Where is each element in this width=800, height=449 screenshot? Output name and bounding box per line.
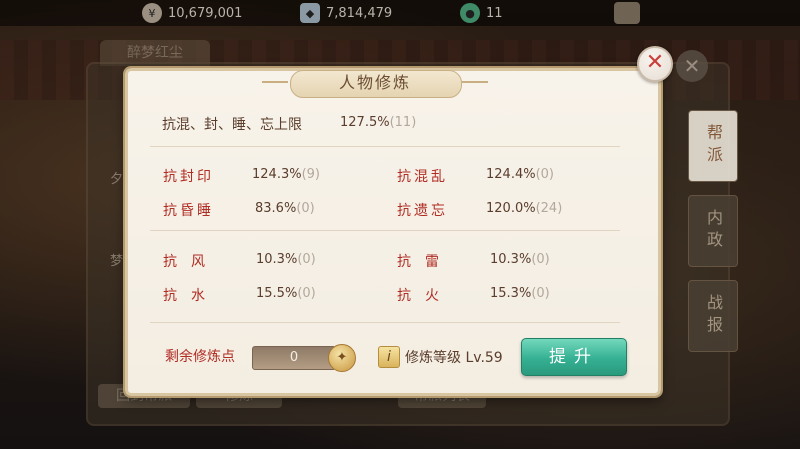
resist-seal-label: 抗封印: [163, 169, 214, 185]
resist-fire-percent: 15.3%: [490, 286, 532, 301]
resist-sleep-value: 83.6%(0): [255, 201, 315, 216]
resist-cap-value: 127.5%(11): [340, 115, 416, 130]
tab-battle-report[interactable]: 战报: [688, 280, 738, 352]
resist-cap-points: (11): [389, 115, 417, 130]
resist-forget-label: 抗遗忘: [397, 203, 448, 219]
resist-confusion-value: 124.4%(0): [486, 167, 554, 182]
remaining-points-field: 0: [252, 346, 336, 370]
resist-confusion-points: (0): [535, 167, 554, 182]
upgrade-button[interactable]: 提升: [521, 338, 627, 376]
divider: [150, 322, 620, 323]
resist-cap-percent: 127.5%: [340, 115, 390, 130]
resist-sleep-label: 抗昏睡: [163, 203, 214, 219]
resist-thunder-label: 抗 雷: [397, 254, 439, 270]
resist-seal-points: (9): [301, 167, 320, 182]
resist-forget-value: 120.0%(24): [486, 201, 562, 216]
resist-sleep-percent: 83.6%: [255, 201, 297, 216]
resist-seal-percent: 124.3%: [252, 167, 302, 182]
add-points-icon[interactable]: ✦: [328, 344, 356, 372]
divider: [150, 230, 620, 231]
jade-icon: ●: [460, 3, 480, 23]
title-ornament: [262, 81, 288, 83]
silver-icon: ◆: [300, 3, 320, 23]
jade-amount: 11: [486, 5, 503, 21]
resist-thunder-percent: 10.3%: [490, 252, 532, 267]
resist-water-value: 15.5%(0): [256, 286, 316, 301]
resource-bar: ¥ 10,679,001 ◆ 7,814,479 ● 11: [0, 0, 800, 26]
resist-wind-percent: 10.3%: [256, 252, 298, 267]
coin-resource: ¥ 10,679,001: [142, 3, 242, 23]
resist-forget-points: (24): [535, 201, 563, 216]
coin-amount: 10,679,001: [168, 5, 243, 21]
resist-cap-label: 抗混、封、睡、忘上限: [162, 117, 302, 133]
jade-resource: ● 11: [460, 3, 503, 23]
silver-resource: ◆ 7,814,479: [300, 3, 392, 23]
resist-wind-points: (0): [297, 252, 316, 267]
resist-sleep-points: (0): [296, 201, 315, 216]
coin-icon: ¥: [142, 3, 162, 23]
dialog-title: 人物修炼: [338, 73, 411, 92]
resist-fire-value: 15.3%(0): [490, 286, 550, 301]
cultivation-level: 修炼等级 Lv.59: [405, 350, 503, 366]
remaining-points-label: 剩余修炼点: [165, 349, 235, 365]
bag-icon[interactable]: [614, 2, 640, 24]
background-side-text: 梦: [110, 254, 124, 269]
resist-fire-points: (0): [531, 286, 550, 301]
resist-water-label: 抗 水: [163, 288, 205, 304]
close-icon[interactable]: ✕: [637, 46, 673, 82]
divider: [150, 146, 620, 147]
resist-thunder-points: (0): [531, 252, 550, 267]
resist-fire-label: 抗 火: [397, 288, 439, 304]
resist-wind-label: 抗 风: [163, 254, 205, 270]
resist-seal-value: 124.3%(9): [252, 167, 320, 182]
resist-water-percent: 15.5%: [256, 286, 298, 301]
info-icon[interactable]: i: [378, 346, 400, 368]
resist-confusion-percent: 124.4%: [486, 167, 536, 182]
resist-thunder-value: 10.3%(0): [490, 252, 550, 267]
resist-wind-value: 10.3%(0): [256, 252, 316, 267]
resist-confusion-label: 抗混乱: [397, 169, 448, 185]
tab-internal-affairs[interactable]: 内政: [688, 195, 738, 267]
title-ornament: [462, 81, 488, 83]
silver-amount: 7,814,479: [326, 5, 393, 21]
background-close-icon[interactable]: ✕: [676, 50, 708, 82]
tab-gang[interactable]: 帮派: [688, 110, 738, 182]
background-side-text: 夕: [110, 172, 124, 187]
resist-forget-percent: 120.0%: [486, 201, 536, 216]
resist-water-points: (0): [297, 286, 316, 301]
